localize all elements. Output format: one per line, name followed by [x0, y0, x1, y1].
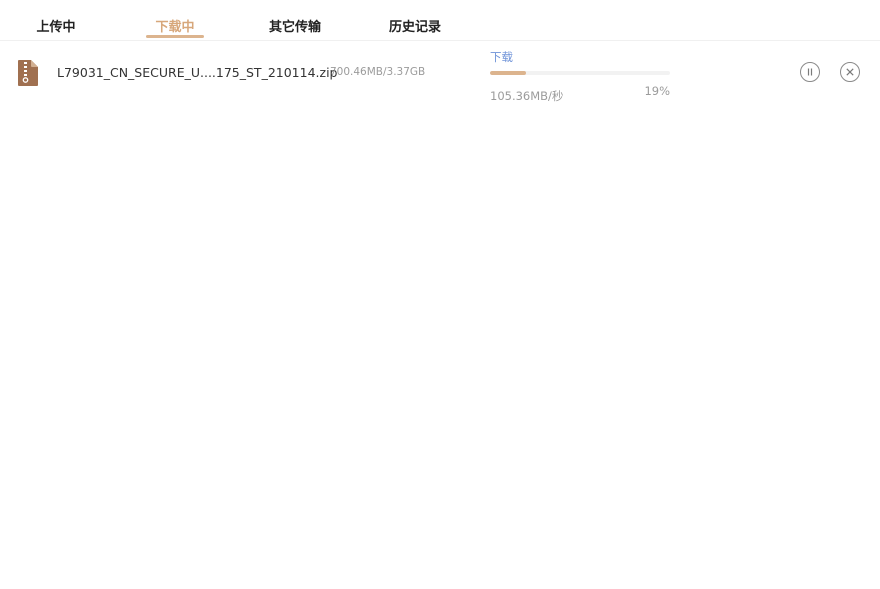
- pause-button[interactable]: [800, 62, 820, 82]
- download-progress-bar: [490, 71, 670, 75]
- status-label: 下载: [490, 50, 513, 64]
- file-name: L79031_CN_SECURE_U....175_ST_210114.zip: [57, 65, 338, 80]
- tab-other-transfers-label: 其它传输: [269, 20, 322, 35]
- pause-icon: [807, 68, 813, 76]
- tab-history[interactable]: 历史记录: [389, 0, 441, 40]
- tab-history-label: 历史记录: [389, 20, 442, 35]
- close-icon: [846, 68, 854, 76]
- tab-downloading[interactable]: 下载中: [146, 0, 204, 40]
- transfer-tabs: 上传中 下载中 其它传输 历史记录: [0, 0, 880, 41]
- download-progress-fill: [490, 71, 526, 75]
- tab-uploading-label: 上传中: [36, 20, 76, 35]
- file-size-progress: 700.46MB/3.37GB: [330, 66, 426, 78]
- download-percent: 19%: [644, 84, 670, 98]
- tab-downloading-label: 下载中: [155, 20, 195, 35]
- download-speed: 105.36MB/秒: [490, 89, 564, 103]
- download-task-row[interactable]: L79031_CN_SECURE_U....175_ST_210114.zip …: [0, 41, 880, 107]
- cancel-button[interactable]: [840, 62, 860, 82]
- zip-file-icon: [18, 60, 38, 86]
- tab-other-transfers[interactable]: 其它传输: [269, 0, 321, 40]
- tab-uploading[interactable]: 上传中: [36, 0, 76, 40]
- active-tab-indicator: [146, 35, 204, 38]
- transfer-window: 上传中 下载中 其它传输 历史记录 L79031_CN_SECURE_U....…: [0, 0, 880, 589]
